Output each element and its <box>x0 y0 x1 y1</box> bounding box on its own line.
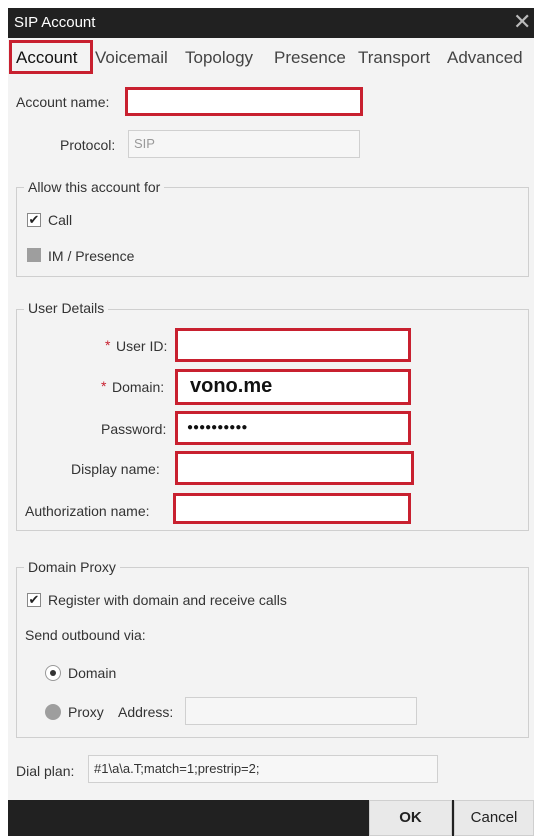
send-outbound-label: Send outbound via: <box>25 627 146 643</box>
address-label: Address: <box>118 704 174 720</box>
user-details-legend: User Details <box>24 300 109 316</box>
password-label: Password: <box>101 421 167 437</box>
tab-topology[interactable]: Topology <box>185 48 253 68</box>
user-id-input[interactable] <box>175 328 411 362</box>
account-name-label: Account name: <box>16 94 110 110</box>
protocol-label: Protocol: <box>60 137 116 153</box>
ok-button[interactable]: OK <box>369 800 452 836</box>
title-bar: SIP Account ✕ <box>8 8 534 38</box>
domain-radio[interactable] <box>45 665 61 681</box>
register-checkbox[interactable]: ✔ <box>27 593 41 607</box>
account-name-input[interactable] <box>125 87 363 116</box>
domain-radio-label: Domain <box>68 665 117 681</box>
close-icon[interactable]: ✕ <box>513 9 531 35</box>
allow-legend: Allow this account for <box>24 179 165 195</box>
register-label: Register with domain and receive calls <box>48 592 287 608</box>
tab-presence[interactable]: Presence <box>274 48 346 68</box>
dial-plan-input[interactable]: #1\a\a.T;match=1;prestrip=2; <box>88 755 438 783</box>
domain-label: Domain: <box>112 379 165 395</box>
password-input[interactable]: ●●●●●●●●●● <box>175 411 411 445</box>
proxy-radio-label: Proxy <box>68 704 104 720</box>
domain-proxy-legend: Domain Proxy <box>24 559 120 575</box>
im-presence-label: IM / Presence <box>48 248 135 264</box>
call-checkbox[interactable]: ✔ <box>27 213 41 227</box>
display-name-label: Display name: <box>71 461 160 477</box>
authorization-name-input[interactable] <box>173 493 411 524</box>
domain-required-mark: * <box>101 378 107 394</box>
tab-voicemail[interactable]: Voicemail <box>95 48 168 68</box>
user-id-label: User ID: <box>116 338 168 354</box>
im-presence-checkbox[interactable] <box>27 248 41 262</box>
protocol-field: SIP <box>128 130 360 158</box>
domain-input[interactable]: vono.me <box>175 369 411 405</box>
proxy-radio[interactable] <box>45 704 61 720</box>
display-name-input[interactable] <box>175 451 414 485</box>
tab-advanced[interactable]: Advanced <box>447 48 523 68</box>
tab-account[interactable]: Account <box>16 48 77 68</box>
authorization-name-label: Authorization name: <box>25 503 150 519</box>
window-title: SIP Account <box>14 14 96 31</box>
call-label: Call <box>48 212 73 228</box>
proxy-address-field <box>185 697 417 725</box>
dial-plan-label: Dial plan: <box>16 763 75 779</box>
cancel-button[interactable]: Cancel <box>454 800 534 836</box>
user-id-required-mark: * <box>105 337 111 353</box>
tab-transport[interactable]: Transport <box>358 48 430 68</box>
